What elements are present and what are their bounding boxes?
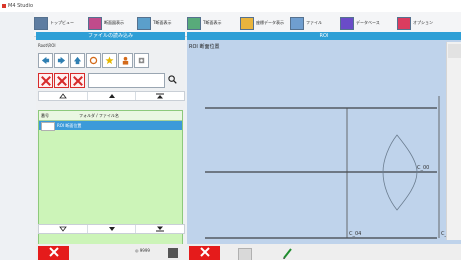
triangle-up-bar-icon: [156, 93, 165, 99]
arrow-right-icon: [57, 56, 66, 65]
refresh-icon: [89, 56, 98, 65]
pen-icon[interactable]: [282, 247, 293, 260]
pen-drawing: [283, 248, 292, 259]
file-list: 番号 フォルダ / ファイル名 ROI 断面位置: [38, 110, 183, 260]
delete-button-1[interactable]: [38, 73, 53, 88]
close-left-button[interactable]: [38, 246, 69, 260]
forward-button[interactable]: [54, 53, 69, 68]
star-icon: [105, 56, 114, 65]
roi-canvas[interactable]: ROI 断面位置 C_00 C_04 C_03: [187, 40, 461, 244]
toolbar-t-section-button-2[interactable]: T断面表示: [187, 14, 237, 32]
path-label: Root\ROI: [38, 43, 56, 48]
nav-down-small-button[interactable]: [39, 225, 88, 233]
up-button[interactable]: [70, 53, 85, 68]
arrow-left-icon: [41, 56, 50, 65]
print-icon[interactable]: [238, 248, 252, 260]
refresh-button[interactable]: [86, 53, 101, 68]
file-icon: [290, 16, 304, 30]
left-panel-header: ファイルの読み込み: [36, 32, 185, 40]
list-nav-row-top: [38, 91, 185, 101]
label-c00: C_00: [417, 165, 429, 171]
database-icon: [340, 16, 354, 30]
small-count-label: ◎ 9999: [135, 248, 150, 253]
close-icon: [48, 247, 59, 257]
nav-up-small-button[interactable]: [39, 92, 88, 100]
triangle-up-icon: [108, 94, 115, 98]
user-icon: [122, 56, 129, 65]
label-c04: C_04: [349, 231, 361, 237]
canvas-header: ROI: [187, 32, 461, 40]
toolbar-coordinates-button[interactable]: 座標データ表示: [240, 14, 287, 32]
back-button[interactable]: [38, 53, 53, 68]
triangle-down-icon: [108, 227, 115, 231]
nav-up-button[interactable]: [88, 92, 137, 100]
nav-bottom-button[interactable]: [136, 225, 184, 233]
settings-button[interactable]: [134, 53, 149, 68]
options-icon: [397, 16, 411, 30]
canvas-drawing: C_00 C_04 C_03: [205, 96, 453, 239]
grid-icon: [88, 16, 102, 30]
monitor-icon: [34, 16, 48, 30]
triangle-down-outline-icon: [59, 226, 67, 232]
favorite-button[interactable]: [102, 53, 117, 68]
app-title: M4 Studio: [8, 3, 34, 9]
toolbar-database-button[interactable]: データベース: [340, 14, 395, 32]
left-panel: Root\ROI 番号 フォルダ / ファイル名 ROI 断面位置: [36, 40, 185, 260]
settings-icon: [138, 57, 145, 64]
toolbar-options-button[interactable]: オプション: [397, 14, 453, 32]
list-nav-row-bottom: [38, 224, 185, 234]
file-tools-row: [38, 53, 149, 68]
triangle-up-outline-icon: [59, 93, 67, 99]
coordinate-icon: [240, 16, 254, 30]
chart-icon: [187, 16, 201, 30]
search-icon: [168, 75, 177, 84]
app-window: M4 Studio トップビュー 断面図表示 T断面表示 T断面表示 座標データ…: [0, 0, 461, 260]
scroll-up-arrow[interactable]: [448, 44, 461, 58]
delete-button-2[interactable]: [54, 73, 69, 88]
toolbar-section-button[interactable]: 断面図表示: [88, 14, 134, 32]
nav-top-button[interactable]: [136, 92, 184, 100]
search-button[interactable]: [166, 73, 181, 88]
triangle-down-bar-icon: [156, 226, 165, 232]
toolbar-file-button[interactable]: ファイル: [290, 14, 337, 32]
file-list-header: 番号 フォルダ / ファイル名: [39, 111, 182, 121]
vertical-scrollbar[interactable]: [446, 42, 461, 240]
nav-down-button[interactable]: [88, 225, 137, 233]
file-list-row[interactable]: ROI 断面位置: [39, 121, 182, 131]
arrow-up-icon: [73, 56, 82, 65]
chart-icon: [137, 16, 151, 30]
bottom-action-bar: ◎ 9999: [36, 244, 461, 260]
search-input[interactable]: [88, 73, 165, 88]
close-icon: [199, 247, 210, 257]
app-logo-icon: [2, 4, 6, 8]
close-right-button[interactable]: [189, 246, 220, 260]
delete-tools-row: [38, 73, 181, 88]
file-icon: [41, 122, 55, 131]
toolbar-topview-button[interactable]: トップビュー: [34, 14, 81, 32]
trash-icon[interactable]: [168, 248, 178, 258]
delete-button-3[interactable]: [70, 73, 85, 88]
app-title-bar: M4 Studio: [0, 0, 461, 12]
toolbar-t-section-button-1[interactable]: T断面表示: [137, 14, 186, 32]
user-button[interactable]: [118, 53, 133, 68]
